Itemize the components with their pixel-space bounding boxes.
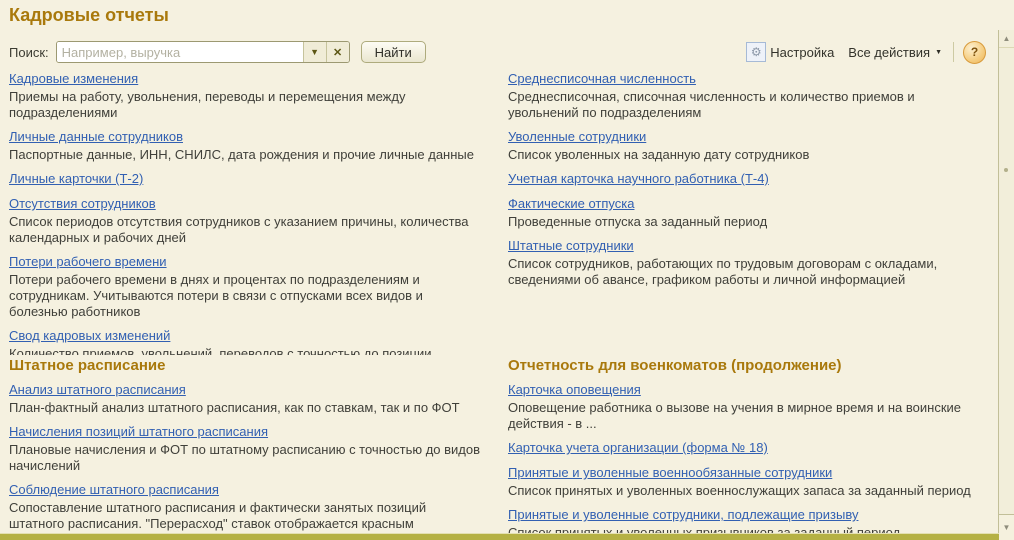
report-list: Кадровые изменения Приемы на работу, увол… xyxy=(9,70,984,535)
report-description: Проведенные отпуска за заданный период xyxy=(508,214,768,229)
report-link[interactable]: Личные данные сотрудников xyxy=(9,128,183,145)
toolbar-right: ⚙ Настройка Все действия ▼ ? xyxy=(746,40,986,64)
close-icon: ✕ xyxy=(333,46,343,59)
arrow-up-icon: ▲ xyxy=(1002,34,1011,43)
report-item: Кадровые изменения Приемы на работу, увол… xyxy=(9,70,491,121)
all-actions-label: Все действия xyxy=(848,44,931,60)
report-link[interactable]: Штатные сотрудники xyxy=(508,237,634,254)
report-item: Среднесписочная численность Среднесписочн… xyxy=(508,70,984,121)
chevron-down-icon: ▼ xyxy=(935,48,942,56)
right-column: Среднесписочная численность Среднесписочн… xyxy=(508,70,984,535)
toolbar-separator xyxy=(953,42,954,62)
report-description: Плановые начисления и ФОТ по штатному ра… xyxy=(9,442,481,473)
report-description: Список уволенных на заданную дату сотруд… xyxy=(508,147,810,162)
report-description: План-фактный анализ штатного расписания,… xyxy=(9,400,460,415)
report-description: Среднесписочная, списочная численность и… xyxy=(508,89,915,120)
scroll-up-button[interactable]: ▲ xyxy=(999,30,1014,48)
report-section: Штатное расписание Анализ штатного распис… xyxy=(9,355,491,535)
report-section: Отчетность для военкоматов (продолжение)… xyxy=(508,355,984,535)
help-button[interactable]: ? xyxy=(963,40,986,64)
report-item: Начисления позиций штатного расписания Пл… xyxy=(9,423,491,474)
search-dropdown-button[interactable]: ▼ xyxy=(302,42,326,62)
report-link[interactable]: Свод кадровых изменений xyxy=(9,327,170,344)
scroll-down-button[interactable]: ▼ xyxy=(999,514,1014,540)
report-link[interactable]: Кадровые изменения xyxy=(9,70,138,87)
report-description: Паспортные данные, ИНН, СНИЛС, дата рожд… xyxy=(9,147,474,162)
report-item: Личные данные сотрудников Паспортные данн… xyxy=(9,128,491,163)
report-description: Список периодов отсутствия сотрудников с… xyxy=(9,214,469,245)
report-link[interactable]: Карточка учета организации (форма № 18) xyxy=(508,439,768,456)
report-item: Карточка учета организации (форма № 18) xyxy=(508,439,984,457)
settings-label: Настройка xyxy=(770,44,835,60)
search-combo: ▼ ✕ xyxy=(55,41,350,63)
report-item: Анализ штатного расписания План-фактный а… xyxy=(9,381,491,416)
report-link[interactable]: Принятые и уволенные военнообязанные сот… xyxy=(508,464,832,481)
report-description: Количество приемов, увольнений, переводо… xyxy=(9,346,432,355)
hr-reports-window: Кадровые отчеты Поиск: ▼ ✕ Найти ⚙ Настр… xyxy=(0,0,1014,540)
chevron-down-icon: ▼ xyxy=(310,47,320,57)
report-description: Приемы на работу, увольнения, переводы и… xyxy=(9,89,406,120)
report-description: Потери рабочего времени в днях и процент… xyxy=(9,272,423,319)
report-link[interactable]: Соблюдение штатного расписания xyxy=(9,481,219,498)
report-item: Свод кадровых изменений Количество приемо… xyxy=(9,327,491,355)
report-description: Оповещение работника о вызове на учения … xyxy=(508,400,962,431)
report-link[interactable]: Отсутствия сотрудников xyxy=(9,195,156,212)
settings-button[interactable]: ⚙ Настройка xyxy=(746,42,834,62)
report-item: Принятые и уволенные сотрудники, подлежа… xyxy=(508,506,984,535)
report-item: Потери рабочего времени Потери рабочего в… xyxy=(9,253,491,320)
question-icon: ? xyxy=(970,45,979,59)
report-link[interactable]: Анализ штатного расписания xyxy=(9,381,186,398)
report-section: Среднесписочная численность Среднесписочн… xyxy=(508,70,984,355)
left-column: Кадровые изменения Приемы на работу, увол… xyxy=(9,70,491,535)
search-label: Поиск: xyxy=(9,44,49,60)
report-link[interactable]: Потери рабочего времени xyxy=(9,253,167,270)
report-link[interactable]: Среднесписочная численность xyxy=(508,70,696,87)
report-item: Штатные сотрудники Список сотрудников, ра… xyxy=(508,237,984,288)
report-item: Соблюдение штатного расписания Сопоставле… xyxy=(9,481,491,532)
report-link[interactable]: Фактические отпуска xyxy=(508,195,634,212)
scrollbar-thumb[interactable] xyxy=(1004,168,1008,172)
report-item: Принятые и уволенные военнообязанные сот… xyxy=(508,464,984,499)
section-header: Отчетность для военкоматов (продолжение) xyxy=(508,357,842,374)
search-clear-button[interactable]: ✕ xyxy=(325,42,349,62)
report-item: Учетная карточка научного работника (Т-4… xyxy=(508,170,984,188)
all-actions-button[interactable]: Все действия ▼ xyxy=(848,45,942,60)
bottom-edge-bar xyxy=(0,533,999,540)
arrow-down-icon: ▼ xyxy=(1002,523,1011,532)
report-item: Карточка оповещения Оповещение работника … xyxy=(508,381,984,432)
report-link[interactable]: Личные карточки (Т-2) xyxy=(9,170,143,187)
report-item: Личные карточки (Т-2) xyxy=(9,170,491,188)
report-link[interactable]: Карточка оповещения xyxy=(508,381,641,398)
report-link[interactable]: Начисления позиций штатного расписания xyxy=(9,423,268,440)
search-input[interactable] xyxy=(56,42,303,62)
report-item: Уволенные сотрудники Список уволенных на … xyxy=(508,128,984,163)
report-description: Список принятых и уволенных военнослужащ… xyxy=(508,483,971,498)
report-link[interactable]: Учетная карточка научного работника (Т-4… xyxy=(508,170,769,187)
vertical-scrollbar[interactable]: ▲ ▼ xyxy=(998,30,1014,540)
report-link[interactable]: Уволенные сотрудники xyxy=(508,128,646,145)
report-description: Список сотрудников, работающих по трудов… xyxy=(508,256,938,287)
find-button[interactable]: Найти xyxy=(360,41,426,63)
toolbar: Поиск: ▼ ✕ Найти ⚙ Настройка Все действи… xyxy=(9,40,986,64)
report-link[interactable]: Принятые и уволенные сотрудники, подлежа… xyxy=(508,506,858,523)
section-header: Штатное расписание xyxy=(9,357,166,374)
gear-icon: ⚙ xyxy=(746,42,767,62)
report-item: Фактические отпуска Проведенные отпуска з… xyxy=(508,195,984,230)
report-description: Сопоставление штатного расписания и факт… xyxy=(9,500,427,531)
report-section: Кадровые изменения Приемы на работу, увол… xyxy=(9,70,491,355)
report-item: Отсутствия сотрудников Список периодов от… xyxy=(9,195,491,246)
page-title: Кадровые отчеты xyxy=(9,5,169,25)
